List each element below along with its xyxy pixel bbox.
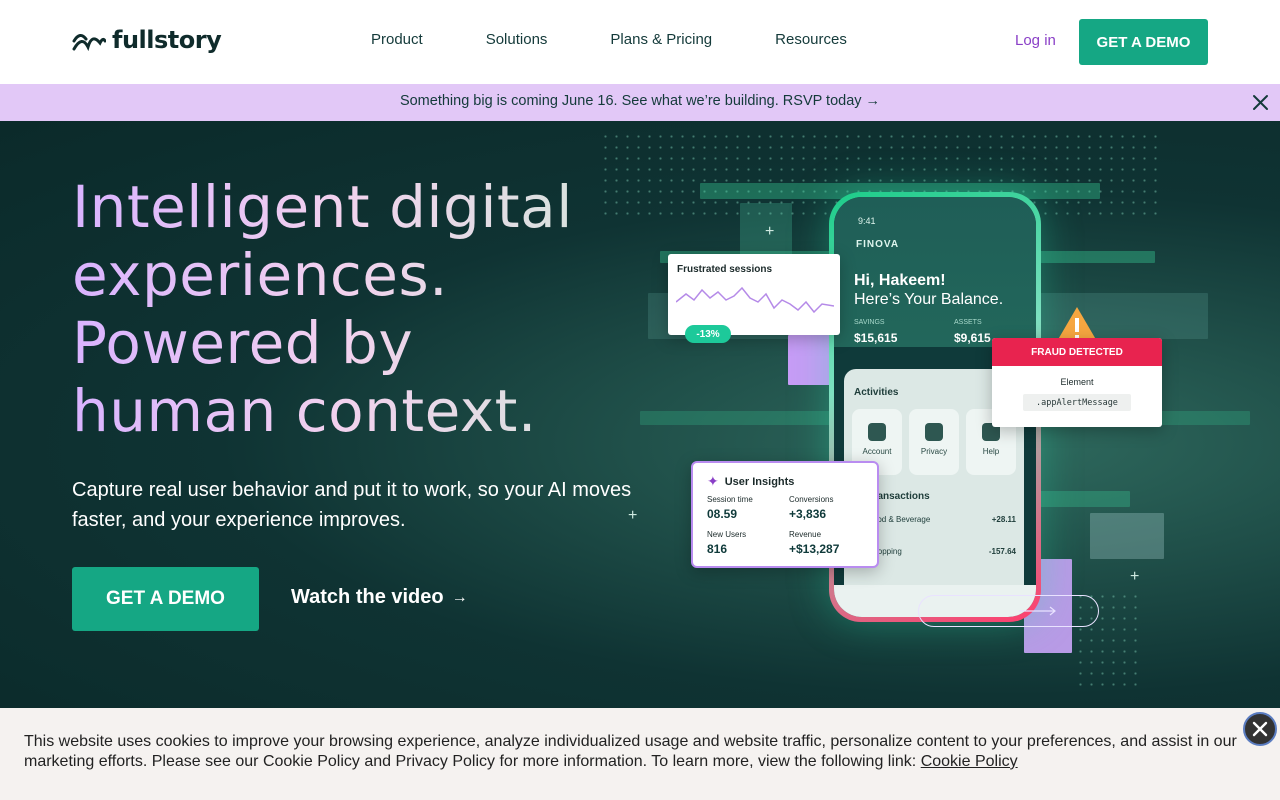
assets-value: $9,615 [954,331,991,345]
close-icon[interactable] [1252,94,1269,111]
conversions-value: +3,836 [789,507,827,521]
arrow-pill-decoration [918,595,1099,627]
fullstory-logo[interactable]: fullstory [72,26,222,54]
txn-amount: +28.11 [991,515,1016,524]
shield-icon [925,423,943,441]
frustrated-change-badge: -13% [685,325,731,343]
activity-label: Help [982,447,1000,456]
nav-link-solutions[interactable]: Solutions [486,31,548,48]
nav-link-plans-pricing[interactable]: Plans & Pricing [610,31,712,48]
login-link[interactable]: Log in [1015,32,1056,49]
activity-label: Account [862,447,892,456]
logo-text: fullstory [112,26,222,54]
fraud-detected-card: FRAUD DETECTED Element .appAlertMessage [992,338,1162,427]
light-stripe [1090,513,1164,559]
arrow-right-icon: → [451,588,468,606]
fraud-element-label: Element [1060,377,1094,387]
insights-title: User Insights [724,475,795,488]
nav-links: Product Solutions Plans & Pricing Resour… [371,31,910,48]
account-icon [868,423,886,441]
cookie-policy-link[interactable]: Cookie Policy [921,753,1018,770]
sparkline-chart [676,286,834,314]
get-demo-hero-button[interactable]: GET A DEMO [72,567,259,631]
watch-video-link[interactable]: Watch the video → [291,586,468,609]
frustrated-title: Frustrated sessions [677,264,773,275]
hero-subhead: Capture real user behavior and put it to… [72,479,632,531]
revenue-label: Revenue [789,530,822,539]
users-value: 816 [707,542,728,556]
fraud-title: FRAUD DETECTED [992,338,1162,366]
logo-mark-icon [72,34,106,52]
headline-line: experiences. [72,241,672,309]
phone-brand: FINOVA [856,239,900,250]
activity-label: Privacy [920,447,948,456]
transaction-row: Food & Beverage +28.11 [868,515,1016,524]
plus-icon: + [1130,568,1140,585]
close-icon [1252,721,1268,737]
light-stripe [788,335,832,385]
plus-icon: + [765,223,775,240]
frustrated-sessions-card: Frustrated sessions [668,254,840,335]
hero-section: Intelligent digital experiences. Powered… [0,121,1280,708]
session-label: Session time [707,495,753,504]
plus-icon: + [628,507,638,524]
insights-title-row: ✦ User Insights [707,473,794,490]
transaction-row: Shopping -157.64 [868,547,1016,556]
get-demo-nav-button[interactable]: GET A DEMO [1079,19,1208,65]
phone-greeting: Hi, Hakeem! Here’s Your Balance. [854,271,1003,309]
banner-rsvp-link[interactable]: Something big is coming June 16. See wha… [0,93,1280,109]
cookie-message: This website uses cookies to improve you… [24,733,1237,770]
nav-link-product[interactable]: Product [371,31,423,48]
savings-value: $15,615 [854,331,898,345]
watch-video-label: Watch the video [291,586,444,608]
headline-line: Intelligent digital [72,173,672,241]
cookie-consent-bar: This website uses cookies to improve you… [0,708,1280,800]
savings-label: SAVINGS [854,319,885,326]
sparkle-icon: ✦ [707,473,719,489]
hero-headline: Intelligent digital experiences. Powered… [72,173,672,445]
cookie-text: This website uses cookies to improve you… [24,732,1254,772]
session-value: 08.59 [707,507,738,521]
cookie-close-button[interactable] [1243,712,1277,746]
activity-privacy: Privacy [909,409,959,475]
txn-amount: -157.64 [988,547,1016,556]
conversions-label: Conversions [789,495,834,504]
headline-line: Powered by [72,309,672,377]
announcement-banner: Something big is coming June 16. See wha… [0,84,1280,121]
greeting-sub: Here’s Your Balance. [854,291,1004,308]
greeting-name: Hi, Hakeem! [854,272,946,289]
long-arrow-icon [1019,606,1056,616]
phone-time: 9:41 [858,216,876,226]
assets-label: ASSETS [954,319,982,326]
users-label: New Users [707,530,747,539]
fraud-element-code: .appAlertMessage [1023,394,1131,411]
top-navigation: fullstory Product Solutions Plans & Pric… [0,0,1280,84]
revenue-value: +$13,287 [789,542,840,556]
nav-link-resources[interactable]: Resources [775,31,847,48]
user-insights-card: ✦ User Insights Session time 08.59 Conve… [691,461,879,568]
activities-title: Activities [854,387,899,398]
headline-line: human context. [72,377,672,445]
